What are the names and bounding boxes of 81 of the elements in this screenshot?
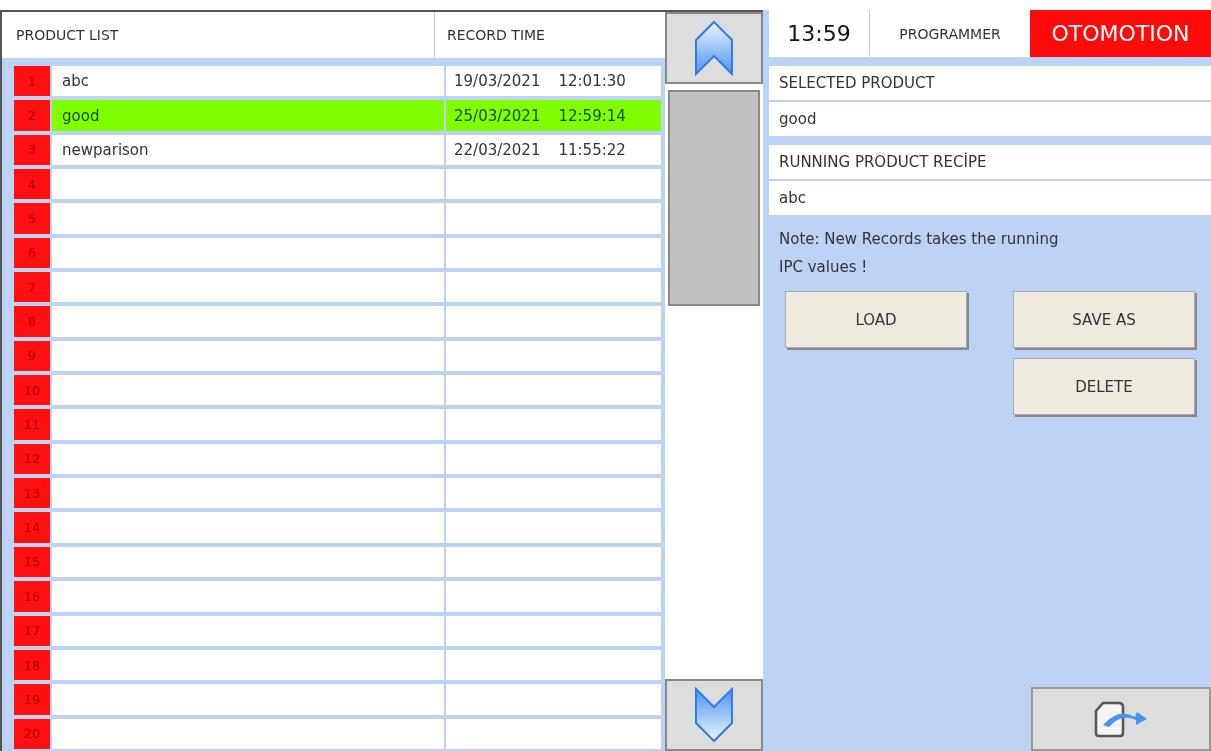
row-number: 5 xyxy=(14,203,50,234)
column-header: PRODUCT LIST xyxy=(2,12,435,58)
row-number: 16 xyxy=(14,581,50,612)
row-number: 18 xyxy=(14,649,50,681)
product-name-cell[interactable] xyxy=(52,718,444,749)
record-time-cell[interactable] xyxy=(446,615,661,646)
save-as-button[interactable]: SAVE AS xyxy=(1013,291,1195,348)
record-time-cell[interactable] xyxy=(446,272,661,303)
record-time-cell[interactable] xyxy=(446,340,661,372)
record-time-cell[interactable] xyxy=(446,649,661,681)
record-time-cell[interactable] xyxy=(446,512,661,543)
product-name-cell[interactable] xyxy=(52,169,444,200)
selected-product-label: SELECTED PRODUCT xyxy=(769,66,1211,100)
user-level: PROGRAMMER xyxy=(898,24,1002,44)
product-name-cell[interactable] xyxy=(52,512,444,543)
record-time-cell[interactable] xyxy=(446,169,661,200)
product-name-cell[interactable] xyxy=(52,203,444,234)
row-number: 20 xyxy=(14,718,50,749)
scrollbar-thumb[interactable] xyxy=(668,90,760,306)
row-number: 1 xyxy=(14,66,50,97)
clock: 13:59 xyxy=(769,10,870,57)
running-recipe-label: RUNNING PRODUCT RECİPE xyxy=(769,145,1211,179)
record-time-cell[interactable] xyxy=(446,409,661,440)
product-name-cell[interactable] xyxy=(52,615,444,646)
row-number: 10 xyxy=(14,375,50,406)
record-time-cell[interactable]: 19/03/2021 12:01:30 xyxy=(446,66,661,97)
scroll-up-button[interactable] xyxy=(665,12,763,84)
row-number: 13 xyxy=(14,478,50,509)
selected-product-value: good xyxy=(769,102,1211,136)
row-number: 12 xyxy=(14,443,50,475)
row-number: 17 xyxy=(14,615,50,646)
record-time-cell[interactable] xyxy=(446,546,661,578)
record-time-cell[interactable] xyxy=(446,684,661,715)
note-text: Note: New Records takes the running xyxy=(779,229,1060,250)
mode-indicator: OTOMOTION xyxy=(1030,10,1211,57)
record-time-cell[interactable] xyxy=(446,443,661,475)
document-arrow-icon xyxy=(1093,699,1149,739)
export-button[interactable] xyxy=(1031,687,1211,751)
product-name-cell[interactable] xyxy=(52,684,444,715)
product-name-cell[interactable]: newparison xyxy=(52,134,444,166)
record-time-cell[interactable] xyxy=(446,718,661,749)
record-time-cell[interactable] xyxy=(446,306,661,337)
row-number: 8 xyxy=(14,306,50,337)
record-time-cell[interactable] xyxy=(446,581,661,612)
row-number: 9 xyxy=(14,340,50,372)
scroll-down-button[interactable] xyxy=(665,679,763,751)
product-name-cell[interactable]: abc xyxy=(52,66,444,97)
product-name-cell[interactable] xyxy=(52,546,444,578)
product-name-cell[interactable] xyxy=(52,478,444,509)
row-number: 4 xyxy=(14,169,50,200)
row-number: 7 xyxy=(14,272,50,303)
delete-button[interactable]: DELETE xyxy=(1013,358,1195,415)
product-name-cell[interactable] xyxy=(52,306,444,337)
record-time-cell[interactable] xyxy=(446,478,661,509)
load-button[interactable]: LOAD xyxy=(785,291,967,348)
product-name-cell[interactable] xyxy=(52,581,444,612)
product-name-cell[interactable] xyxy=(52,409,444,440)
chevron-up-icon xyxy=(694,20,734,76)
product-name-cell[interactable] xyxy=(52,375,444,406)
row-number: 15 xyxy=(14,546,50,578)
row-number: 14 xyxy=(14,512,50,543)
record-time-cell[interactable] xyxy=(446,203,661,234)
record-time-cell[interactable] xyxy=(446,375,661,406)
product-name-cell[interactable] xyxy=(52,340,444,372)
row-number: 6 xyxy=(14,237,50,269)
product-name-cell[interactable] xyxy=(52,237,444,269)
record-time-cell[interactable]: 22/03/2021 11:55:22 xyxy=(446,134,661,166)
row-number: 3 xyxy=(14,134,50,166)
running-recipe-value: abc xyxy=(769,181,1211,215)
product-name-cell[interactable] xyxy=(52,272,444,303)
product-name-cell[interactable] xyxy=(52,443,444,475)
note-text: IPC values ! xyxy=(779,257,869,278)
product-name-cell[interactable]: good xyxy=(52,100,444,131)
row-number: 19 xyxy=(14,684,50,715)
column-header: RECORD TIME xyxy=(446,26,546,45)
row-number: 2 xyxy=(14,100,50,131)
record-time-cell[interactable] xyxy=(446,237,661,269)
product-name-cell[interactable] xyxy=(52,649,444,681)
record-time-cell[interactable]: 25/03/2021 12:59:14 xyxy=(446,100,661,131)
row-number: 11 xyxy=(14,409,50,440)
chevron-down-icon xyxy=(694,687,734,743)
